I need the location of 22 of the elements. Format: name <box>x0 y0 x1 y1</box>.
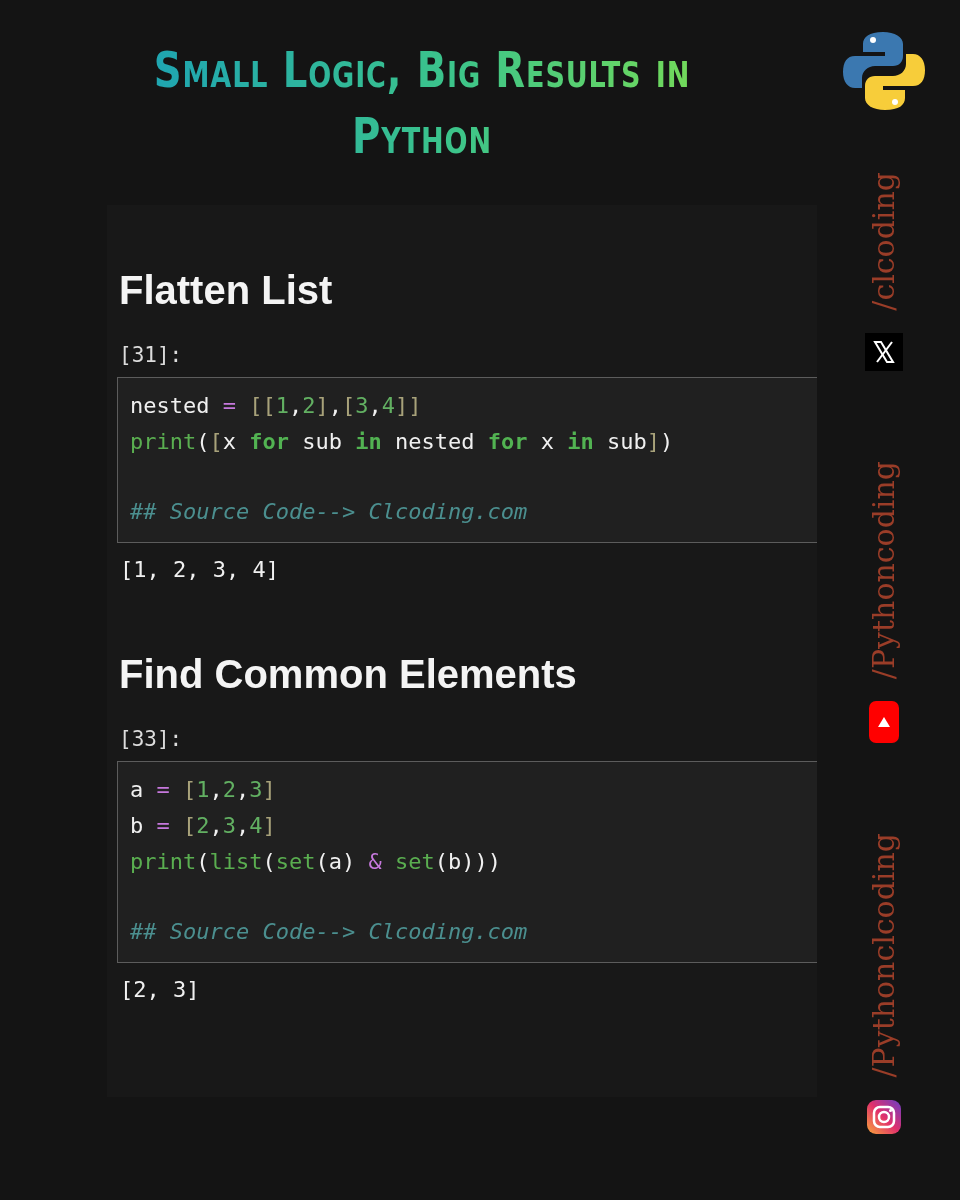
play-button-icon[interactable] <box>868 700 899 743</box>
code-line: print([x for sub in nested for x in sub]) <box>130 428 674 456</box>
code-cell[interactable]: nested = [[1,2],[3,4]] print([x for sub in nested for x in sub]) ## Source Code--> Clcoding.com <box>117 377 817 543</box>
social-handle: /Pythonclcoding <box>866 832 901 1078</box>
python-logo-icon <box>840 30 927 112</box>
cell-prompt: [31]: <box>119 343 183 367</box>
code-line: print(list(set(a) & set(b))) <box>130 848 501 876</box>
social-handle: /clcoding <box>866 172 901 311</box>
code-cell[interactable]: a = [1,2,3] b = [2,3,4] print(list(set(a) & set(b))) ## Source Code--> Clcoding.com <box>117 761 817 963</box>
code-comment: ## Source Code--> Clcoding.com <box>130 498 528 526</box>
code-comment: ## Source Code--> Clcoding.com <box>130 918 528 946</box>
section-heading: Flatten List <box>119 267 334 314</box>
cell-output: [2, 3] <box>120 976 200 1004</box>
social-handle: /Pythoncoding <box>866 460 901 679</box>
cell-output: [1, 2, 3, 4] <box>120 556 279 584</box>
cell-prompt: [33]: <box>119 727 183 751</box>
x-logo-icon[interactable] <box>864 332 903 371</box>
code-line: nested = [[1,2],[3,4]] <box>130 392 422 420</box>
section-heading: Find Common Elements <box>119 651 578 698</box>
camera-icon[interactable] <box>866 1099 901 1134</box>
code-line: b = [2,3,4] <box>130 812 276 840</box>
code-line: a = [1,2,3] <box>130 776 276 804</box>
